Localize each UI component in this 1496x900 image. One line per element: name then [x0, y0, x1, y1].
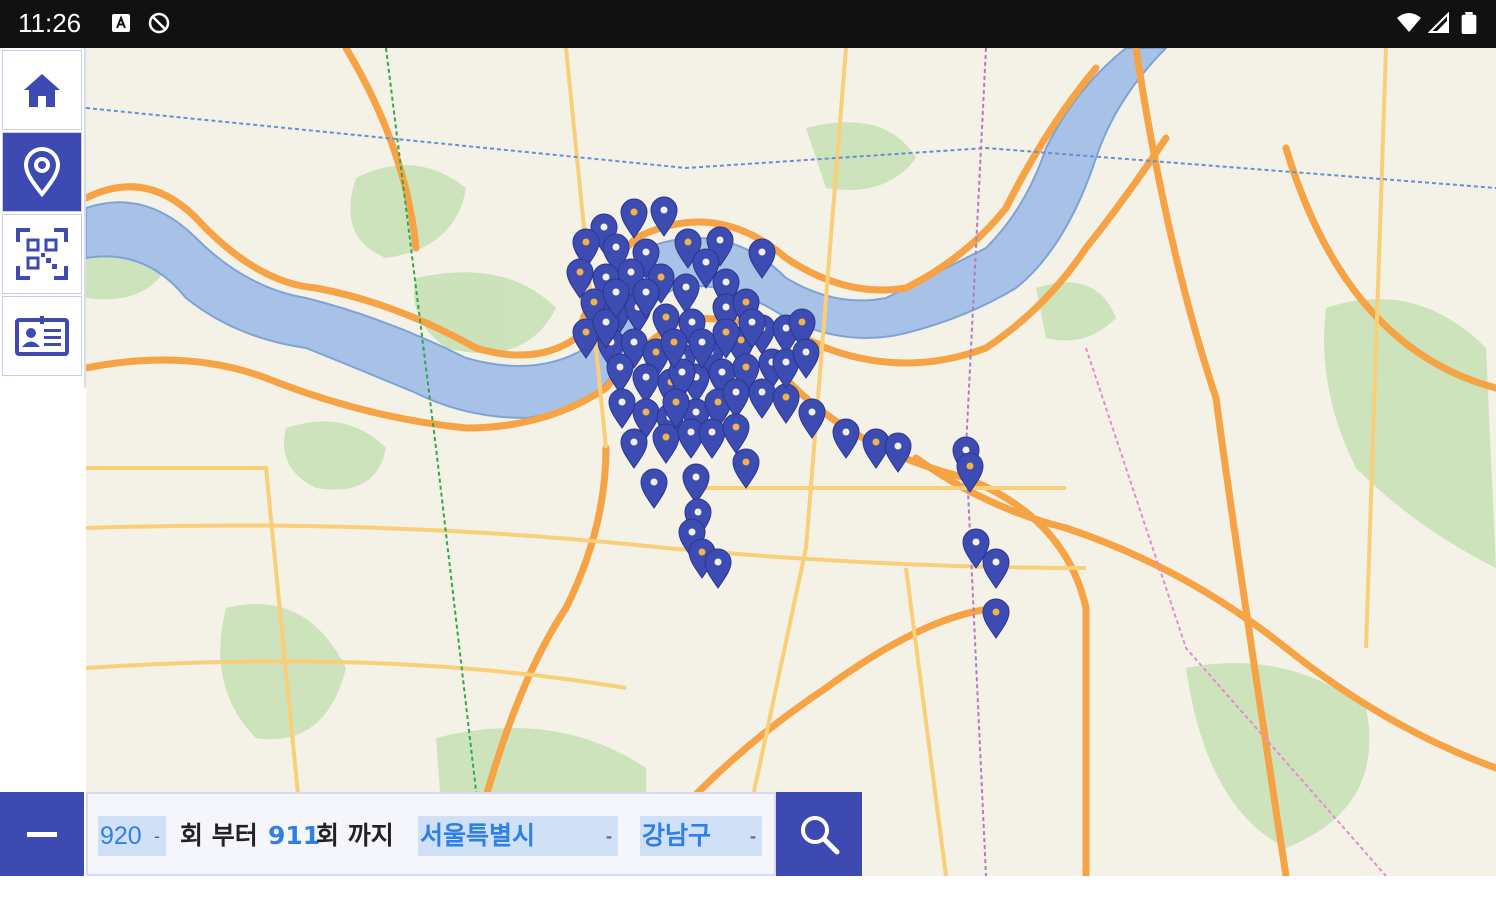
from-round-select[interactable]: 920 -	[98, 816, 166, 856]
collapse-button[interactable]	[0, 792, 84, 876]
sidebar-item-profile[interactable]	[2, 296, 82, 376]
store-marker[interactable]	[732, 448, 760, 489]
search-panel: 920 - 회 부터 911 회 까지 서울특별시 - 강남구 -	[0, 792, 862, 876]
store-marker[interactable]	[704, 548, 732, 589]
map-background	[86, 48, 1496, 876]
sidebar	[0, 48, 86, 388]
battery-icon	[1461, 12, 1477, 34]
search-button[interactable]	[776, 792, 862, 876]
id-card-icon	[15, 316, 69, 356]
dropdown-arrow-icon: -	[606, 826, 612, 846]
sidebar-item-qr[interactable]	[2, 214, 82, 294]
sync-blocked-icon	[148, 12, 170, 34]
store-marker[interactable]	[620, 428, 648, 469]
home-icon	[24, 74, 60, 107]
sidebar-item-map[interactable]	[2, 132, 82, 212]
store-marker[interactable]	[792, 338, 820, 379]
store-marker[interactable]	[798, 398, 826, 439]
store-marker[interactable]	[982, 598, 1010, 639]
dropdown-arrow-icon: -	[750, 826, 756, 846]
store-marker[interactable]	[722, 413, 750, 454]
store-marker[interactable]	[682, 463, 710, 504]
district-select[interactable]: 강남구 -	[640, 816, 762, 856]
store-marker[interactable]	[698, 418, 726, 459]
qr-scan-icon	[16, 228, 68, 280]
store-marker[interactable]	[672, 273, 700, 314]
bottom-blank	[0, 876, 1496, 900]
to-suffix-label: 회 까지	[316, 821, 394, 850]
store-marker[interactable]	[884, 432, 912, 473]
store-marker[interactable]	[652, 423, 680, 464]
store-marker[interactable]	[748, 378, 776, 419]
location-pin-icon	[23, 147, 61, 197]
map-green-areas	[86, 122, 1496, 876]
dropdown-arrow-icon: -	[154, 826, 160, 846]
store-marker[interactable]	[608, 388, 636, 429]
city-select[interactable]: 서울특별시 -	[418, 816, 618, 856]
filter-bar: 920 - 회 부터 911 회 까지 서울특별시 - 강남구 -	[86, 792, 776, 876]
store-marker[interactable]	[632, 363, 660, 404]
notification-a-icon	[112, 14, 130, 32]
status-bar: 11:26	[0, 0, 1496, 48]
city-value: 서울특별시	[420, 822, 536, 850]
store-marker[interactable]	[640, 468, 668, 509]
from-round-value: 920	[100, 822, 142, 850]
to-round-value: 911	[268, 821, 321, 850]
store-marker[interactable]	[982, 548, 1010, 589]
search-icon	[801, 816, 840, 855]
district-value: 강남구	[642, 822, 712, 850]
status-time: 11:26	[18, 8, 82, 38]
store-marker[interactable]	[772, 383, 800, 424]
sidebar-item-home[interactable]	[2, 50, 82, 130]
from-suffix-label: 회 부터	[180, 821, 258, 850]
map-view[interactable]	[86, 48, 1496, 876]
signal-icon	[1428, 12, 1449, 33]
wifi-icon	[1397, 13, 1421, 32]
minus-icon	[27, 831, 57, 837]
store-marker[interactable]	[832, 418, 860, 459]
